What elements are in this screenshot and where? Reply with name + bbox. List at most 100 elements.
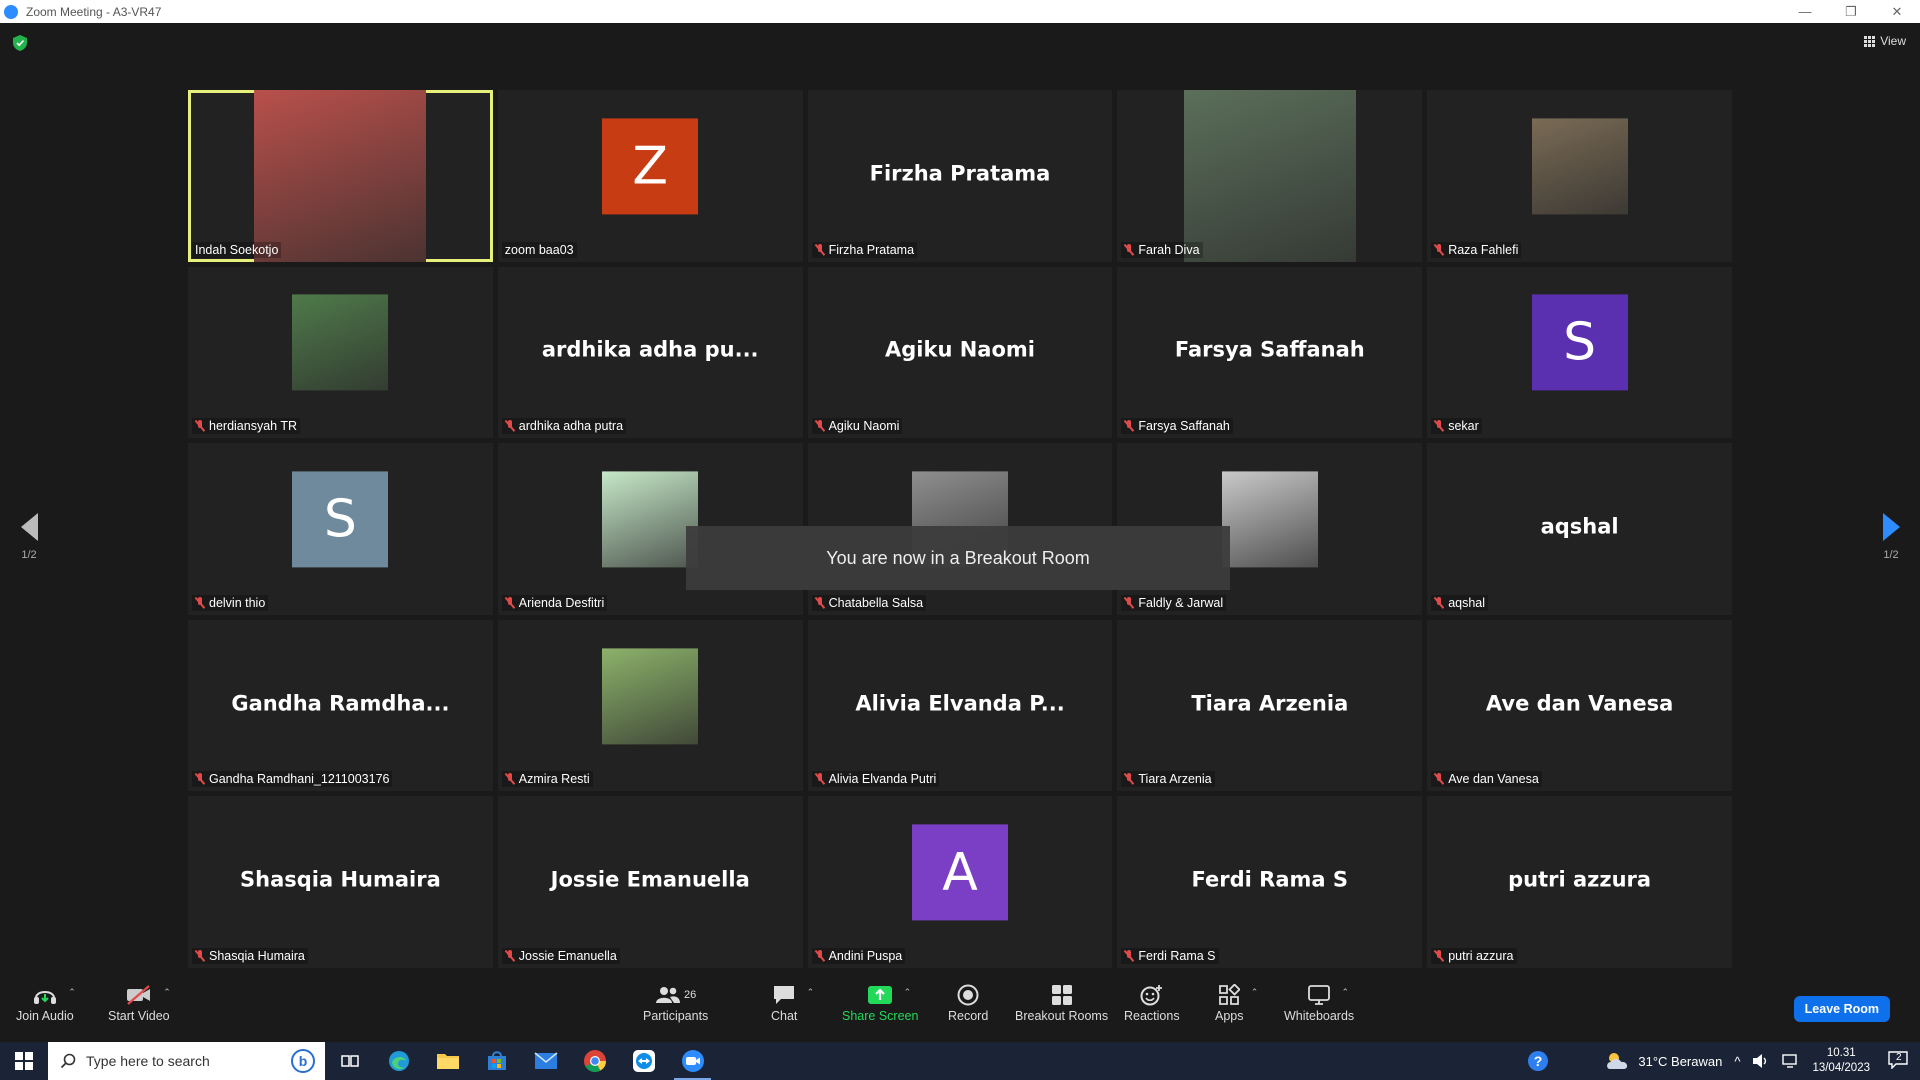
- participant-tile[interactable]: ardhika adha pu... ardhika adha putra: [497, 266, 803, 439]
- teamviewer-icon[interactable]: [619, 1042, 668, 1080]
- mail-icon[interactable]: [521, 1042, 570, 1080]
- share-options-caret-icon[interactable]: ⌃: [904, 987, 912, 998]
- apps-options-caret-icon[interactable]: ⌃: [1251, 987, 1259, 998]
- bing-icon[interactable]: b: [291, 1049, 315, 1073]
- participant-name: Farah Diva: [1138, 242, 1200, 257]
- participant-tile[interactable]: Ssekar: [1427, 266, 1732, 439]
- speaker-icon[interactable]: [1752, 1053, 1770, 1069]
- record-button[interactable]: Record: [948, 981, 988, 1023]
- participant-tile[interactable]: Zzoom baa03: [497, 90, 803, 262]
- view-label: View: [1880, 34, 1906, 48]
- muted-microphone-icon: [505, 950, 515, 962]
- record-icon: [957, 984, 979, 1006]
- participant-tile[interactable]: Shasqia Humaira Shasqia Humaira: [188, 796, 493, 968]
- whiteboards-label: Whiteboards: [1284, 1009, 1355, 1023]
- participant-tile[interactable]: Alivia Elvanda P... Alivia Elvanda Putri: [807, 619, 1113, 792]
- start-video-button[interactable]: ⌃ Start Video: [108, 981, 171, 1023]
- view-button[interactable]: View: [1864, 34, 1906, 48]
- breakout-rooms-button[interactable]: Breakout Rooms: [1015, 981, 1108, 1023]
- participant-name: Chatabella Salsa: [828, 595, 924, 610]
- participant-display-name: Alivia Elvanda P...: [855, 691, 1065, 716]
- participant-tile[interactable]: Sdelvin thio: [188, 443, 493, 615]
- participant-display-name: Ave dan Vanesa: [1485, 691, 1674, 716]
- apps-icon: [1219, 984, 1241, 1005]
- participant-tile[interactable]: Azmira Resti: [497, 619, 803, 792]
- audio-options-caret-icon[interactable]: ⌃: [68, 987, 76, 998]
- participant-tile[interactable]: aqshal aqshal: [1427, 443, 1732, 615]
- join-audio-button[interactable]: ⌃ Join Audio: [16, 981, 76, 1023]
- chat-button[interactable]: ⌃ Chat: [771, 981, 814, 1023]
- participant-tile[interactable]: Jossie Emanuella Jossie Emanuella: [497, 796, 803, 968]
- page-indicator-right: 1/2: [1883, 549, 1899, 561]
- hidden-icons-chevron-icon[interactable]: ^: [1734, 1054, 1740, 1069]
- participant-name-label: Agiku Naomi: [811, 418, 903, 435]
- participant-tile[interactable]: Gandha Ramdha... Gandha Ramdhani_12110031…: [188, 619, 493, 792]
- zoom-taskbar-icon[interactable]: [668, 1042, 717, 1080]
- participant-name: Tiara Arzenia: [1138, 772, 1212, 787]
- participant-tile[interactable]: Indah Soekotjo: [188, 90, 493, 262]
- file-explorer-icon[interactable]: [423, 1042, 472, 1080]
- notifications-button[interactable]: 2: [1888, 1050, 1908, 1072]
- whiteboards-options-caret-icon[interactable]: ⌃: [1342, 987, 1350, 998]
- edge-browser-icon[interactable]: [374, 1042, 423, 1080]
- close-button[interactable]: ✕: [1874, 0, 1920, 23]
- apps-button[interactable]: ⌃ Apps: [1215, 981, 1258, 1023]
- participant-tile[interactable]: A Andini Puspa: [807, 796, 1113, 968]
- reactions-button[interactable]: Reactions: [1124, 981, 1180, 1023]
- search-placeholder: Type here to search: [86, 1053, 210, 1069]
- minimize-button[interactable]: —: [1782, 0, 1828, 23]
- start-button[interactable]: [0, 1042, 48, 1080]
- participant-tile[interactable]: putri azzura putri azzura: [1427, 796, 1732, 968]
- participant-display-name: Jossie Emanuella: [550, 867, 750, 892]
- leave-room-button[interactable]: Leave Room: [1793, 996, 1890, 1022]
- participant-name-label: Indah Soekotjo: [192, 241, 282, 258]
- participant-name: sekar: [1448, 419, 1479, 434]
- participants-label: Participants: [643, 1009, 709, 1023]
- chat-options-caret-icon[interactable]: ⌃: [807, 987, 815, 998]
- share-screen-button[interactable]: ⌃ Share Screen: [842, 981, 918, 1023]
- muted-microphone-icon: [505, 420, 515, 432]
- whiteboards-button[interactable]: ⌃ Whiteboards: [1284, 981, 1354, 1023]
- task-view-icon[interactable]: [325, 1042, 374, 1080]
- chrome-icon[interactable]: [570, 1042, 619, 1080]
- apps-label: Apps: [1215, 1009, 1244, 1023]
- microsoft-store-icon[interactable]: [472, 1042, 521, 1080]
- page-indicator-left: 1/2: [21, 549, 37, 561]
- participant-name-label: delvin thio: [192, 594, 269, 611]
- join-audio-label: Join Audio: [16, 1009, 74, 1023]
- zoom-app-icon: [4, 4, 18, 19]
- participant-name: Faldly & Jarwal: [1138, 595, 1224, 610]
- encryption-shield-icon[interactable]: [13, 35, 27, 51]
- participant-name-label: Ave dan Vanesa: [1431, 771, 1542, 788]
- participant-name-label: Alivia Elvanda Putri: [811, 771, 940, 788]
- participants-button[interactable]: 26 Participants: [643, 981, 708, 1023]
- participant-tile[interactable]: Agiku Naomi Agiku Naomi: [807, 266, 1113, 439]
- participant-name: Raza Fahlefi: [1448, 242, 1519, 257]
- help-icon[interactable]: ?: [1526, 1049, 1550, 1073]
- previous-page-button[interactable]: 1/2: [14, 513, 44, 561]
- participant-name-label: Gandha Ramdhani_1211003176: [192, 771, 393, 788]
- weather-widget[interactable]: 31°C Berawan: [1604, 1050, 1722, 1072]
- participant-tile[interactable]: Ferdi Rama S Ferdi Rama S: [1117, 796, 1423, 968]
- video-off-icon: [126, 985, 150, 1005]
- participant-tile[interactable]: Raza Fahlefi: [1427, 90, 1732, 262]
- clock[interactable]: 10.31 13/04/2023: [1812, 1046, 1870, 1076]
- restore-button[interactable]: ❐: [1828, 0, 1874, 23]
- participant-tile[interactable]: Firzha Pratama Firzha Pratama: [807, 90, 1113, 262]
- participant-tile[interactable]: Ave dan Vanesa Ave dan Vanesa: [1427, 619, 1732, 792]
- muted-microphone-icon: [815, 773, 825, 785]
- muted-microphone-icon: [1434, 420, 1444, 432]
- participant-name: Ferdi Rama S: [1138, 949, 1216, 963]
- next-page-button[interactable]: 1/2: [1876, 513, 1906, 561]
- search-icon: [60, 1053, 76, 1069]
- taskbar-search-box[interactable]: Type here to search b: [48, 1042, 325, 1080]
- participant-display-name: Ferdi Rama S: [1191, 867, 1349, 892]
- video-options-caret-icon[interactable]: ⌃: [163, 987, 171, 998]
- participant-tile[interactable]: herdiansyah TR: [188, 266, 493, 439]
- participant-tile[interactable]: Farah Diva: [1117, 90, 1423, 262]
- participant-tile[interactable]: Farsya Saffanah Farsya Saffanah: [1117, 266, 1423, 439]
- participant-tile[interactable]: Tiara Arzenia Tiara Arzenia: [1117, 619, 1423, 792]
- breakout-room-toast: You are now in a Breakout Room: [686, 526, 1230, 590]
- network-icon[interactable]: [1782, 1053, 1800, 1069]
- participant-name-label: ardhika adha putra: [501, 418, 627, 435]
